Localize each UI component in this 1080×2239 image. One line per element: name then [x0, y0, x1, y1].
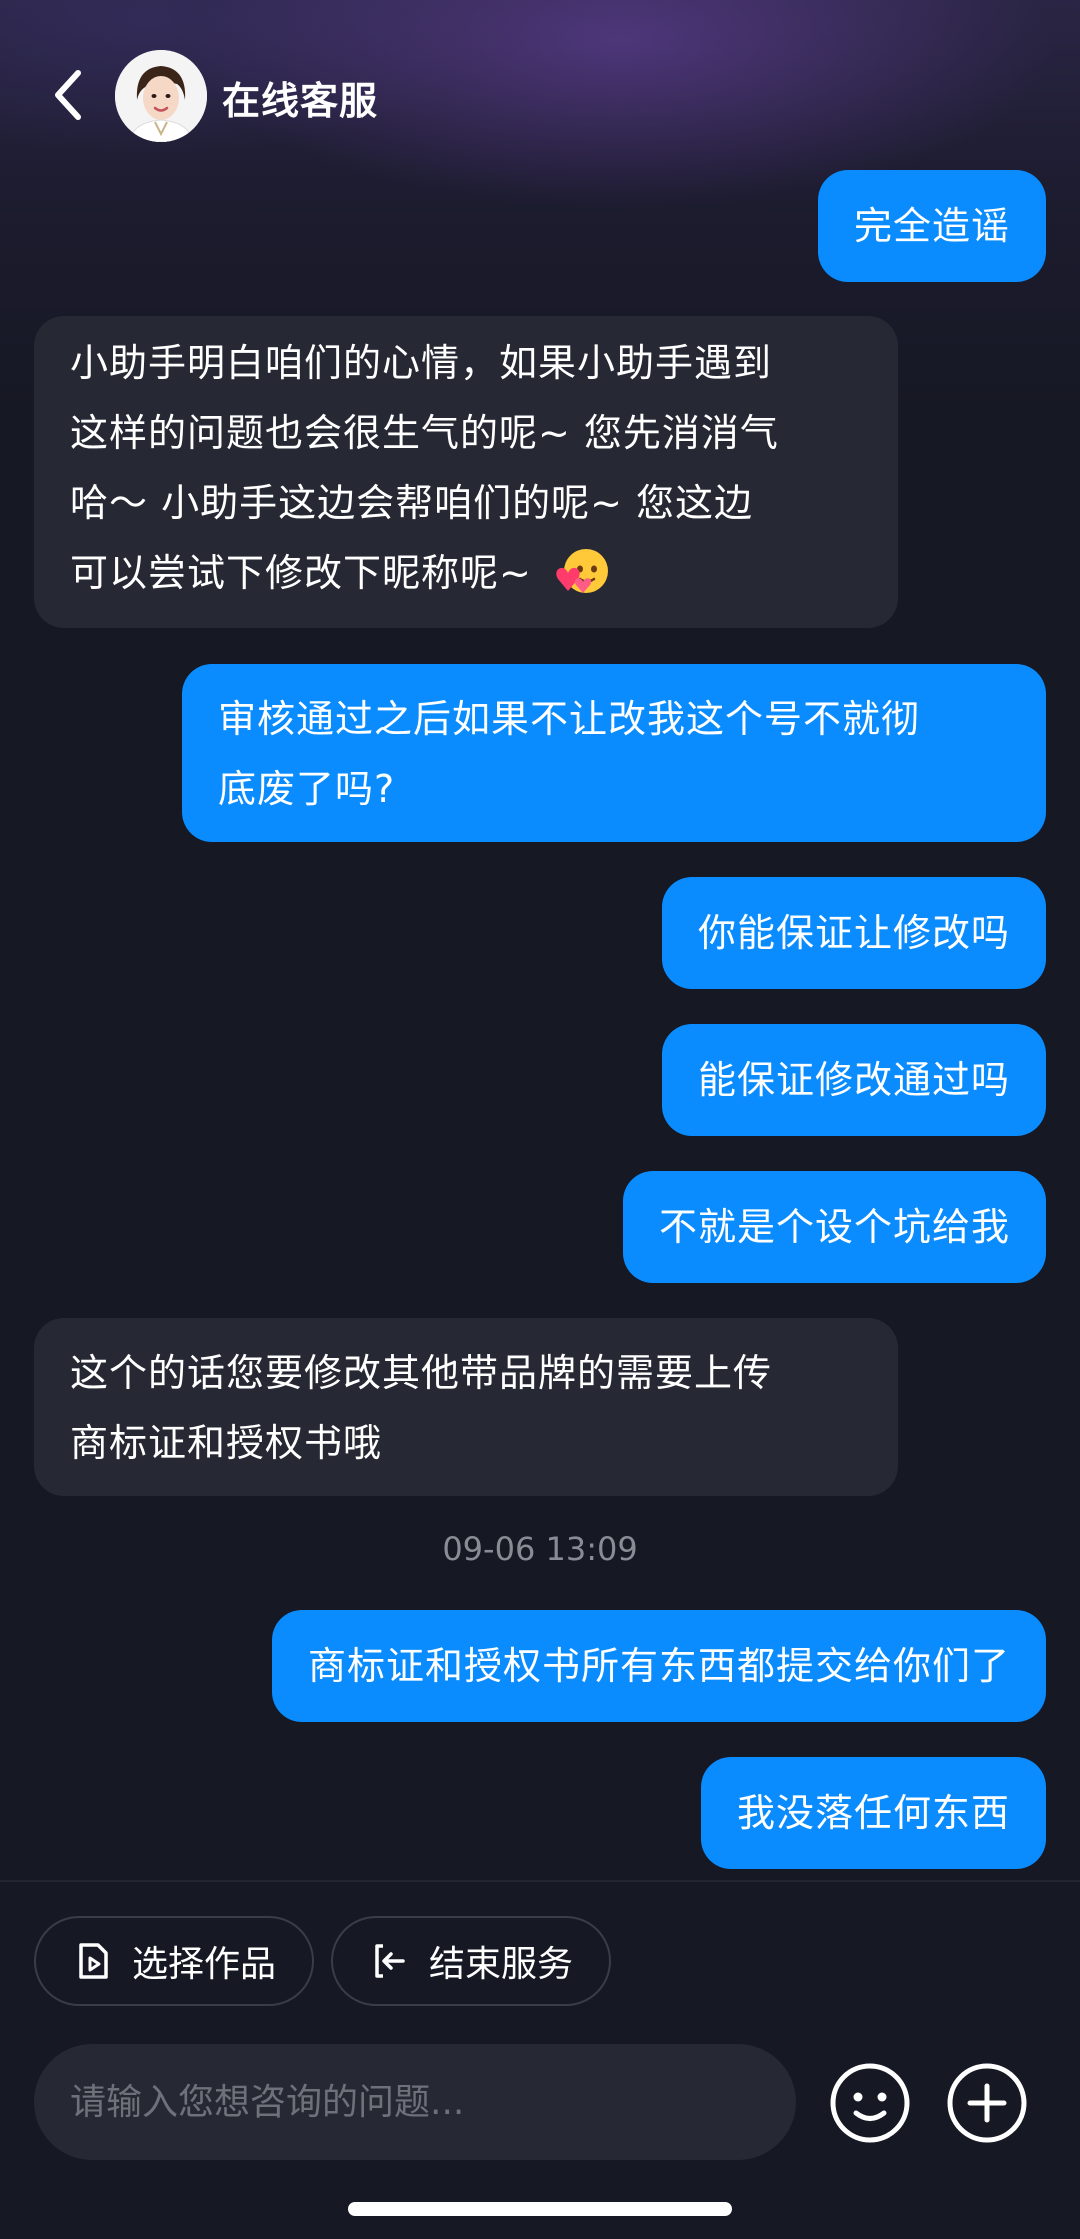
message-bubble-outgoing[interactable]: 你能保证让修改吗 [661, 877, 1046, 989]
home-indicator [348, 2202, 732, 2216]
plus-circle-icon [947, 2063, 1027, 2143]
divider [0, 1880, 1080, 1882]
message-text: 能保证修改通过吗 [697, 1058, 1010, 1102]
message-bubble-outgoing[interactable]: 商标证和授权书所有东西都提交给你们了 [271, 1610, 1046, 1722]
message-bubble-outgoing[interactable]: 我没落任何东西 [700, 1757, 1046, 1869]
message-text: 完全造谣 [853, 204, 1010, 248]
message-text: 底废了吗? [218, 767, 396, 811]
message-text: 小助手明白咱们的心情，如果小助手遇到 [70, 341, 773, 385]
message-text: 商标证和授权书哦 [70, 1421, 383, 1465]
message-list[interactable]: 完全造谣 小助手明白咱们的心情，如果小助手遇到 这样的问题也会很生气的呢~ 您先… [0, 0, 1080, 1880]
message-bubble-outgoing[interactable]: 不就是个设个坑给我 [622, 1171, 1046, 1283]
message-input-container[interactable] [34, 2044, 796, 2160]
message-text: 你能保证让修改吗 [697, 911, 1010, 955]
message-text: 审核通过之后如果不让改我这个号不就彻 [218, 697, 921, 741]
message-text: 商标证和授权书所有东西都提交给你们了 [307, 1644, 1010, 1688]
message-text: 哈～ 小助手这边会帮咱们的呢~ 您这边 [70, 481, 753, 525]
message-timestamp: 09-06 13:09 [442, 1530, 638, 1568]
message-bubble-outgoing[interactable]: 审核通过之后如果不让改我这个号不就彻 底废了吗? [182, 664, 1046, 842]
message-text: 不就是个设个坑给我 [658, 1205, 1010, 1249]
message-text: 这样的问题也会很生气的呢~ 您先消消气 [70, 411, 779, 455]
video-file-icon [79, 1943, 108, 1979]
message-text: 我没落任何东西 [736, 1791, 1010, 1835]
hugging-hearts-emoji [556, 549, 608, 593]
message-text: 这个的话您要修改其他带品牌的需要上传 [70, 1351, 773, 1395]
message-input[interactable] [70, 2081, 796, 2123]
plus-button[interactable] [946, 2062, 1028, 2144]
message-bubble-incoming[interactable]: 小助手明白咱们的心情，如果小助手遇到 这样的问题也会很生气的呢~ 您先消消气 哈… [34, 316, 898, 628]
exit-icon [375, 1944, 405, 1978]
end-service-label: 结束服务 [429, 1944, 574, 1985]
emoji-button[interactable] [829, 2062, 911, 2144]
smiley-icon [830, 2063, 910, 2143]
select-work-button[interactable]: 选择作品 [34, 1916, 315, 2006]
message-text: 可以尝试下修改下昵称呢~ [70, 551, 532, 595]
select-work-label: 选择作品 [132, 1944, 277, 1985]
message-bubble-incoming[interactable]: 这个的话您要修改其他带品牌的需要上传 商标证和授权书哦 [34, 1318, 898, 1496]
message-bubble-outgoing[interactable]: 能保证修改通过吗 [661, 1024, 1046, 1136]
message-bubble-outgoing[interactable]: 完全造谣 [817, 170, 1046, 282]
end-service-button[interactable]: 结束服务 [331, 1916, 612, 2006]
